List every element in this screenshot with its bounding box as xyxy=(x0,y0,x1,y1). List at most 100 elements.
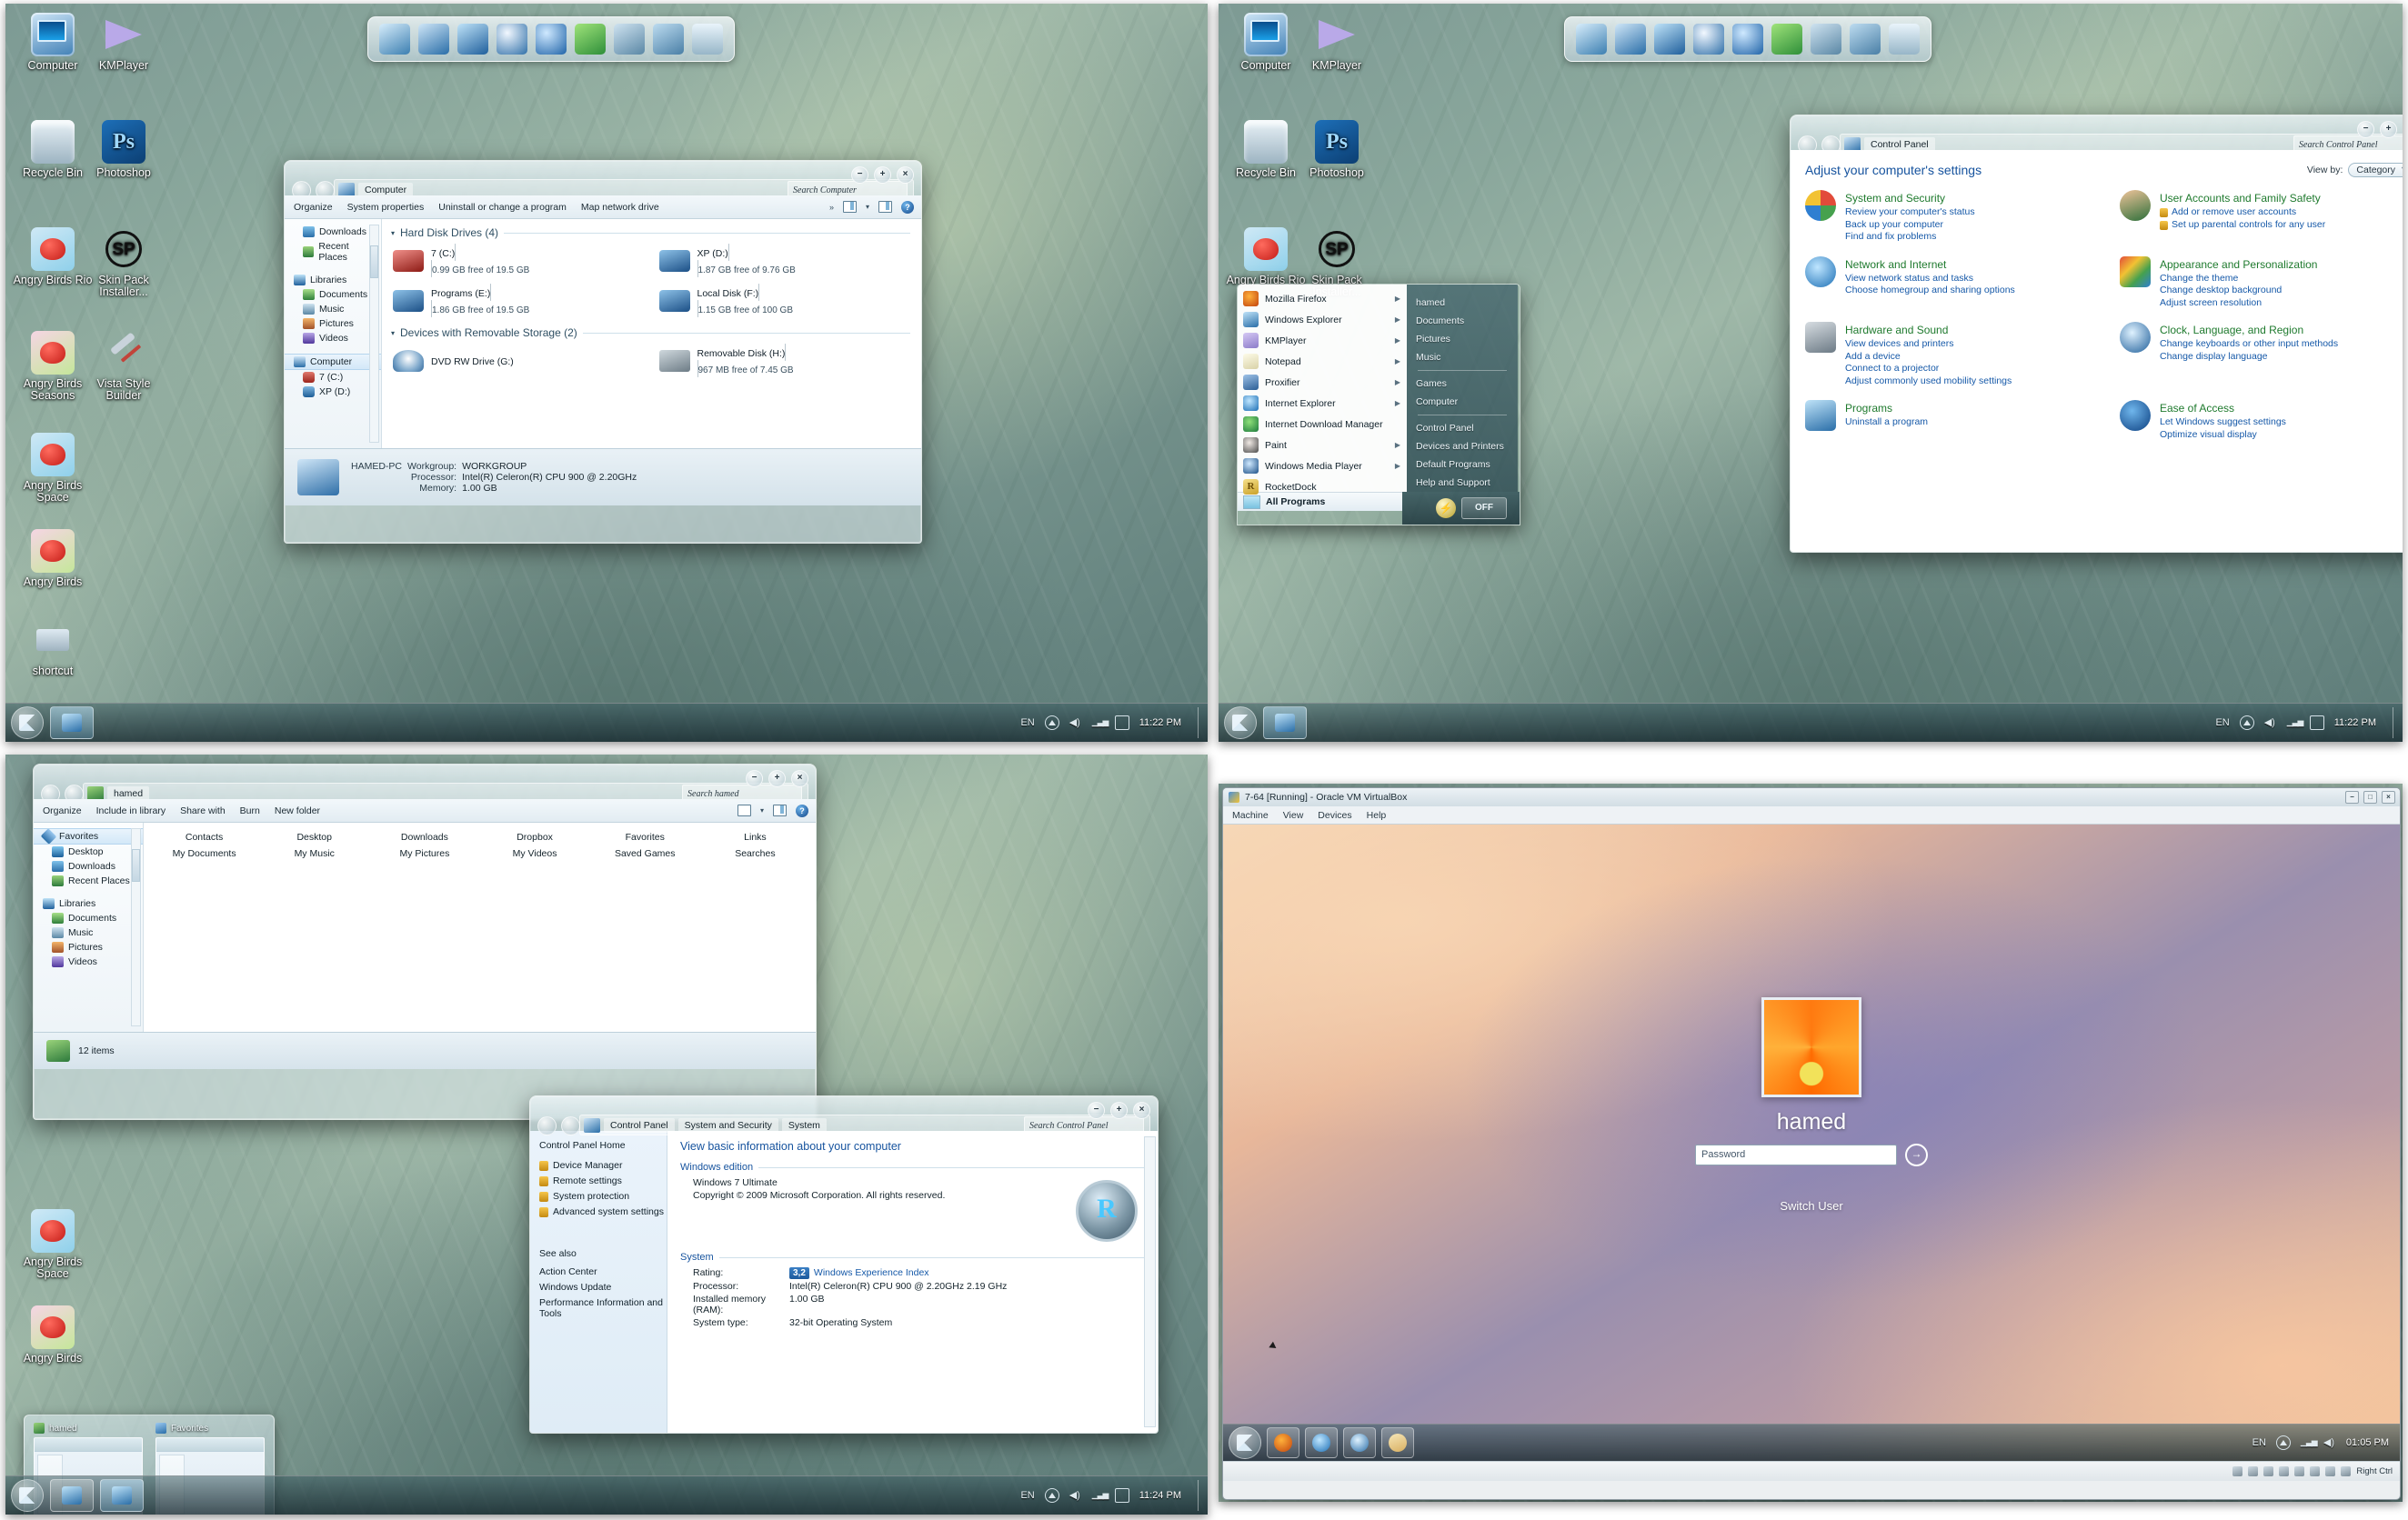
start-item-notepad[interactable]: Notepad▶ xyxy=(1238,351,1407,372)
virtualbox-menubar[interactable]: Machine View Devices Help xyxy=(1223,806,2400,825)
taskbar-item-explorer[interactable] xyxy=(100,1479,144,1512)
list-item[interactable]: Desktop xyxy=(261,832,367,843)
system-tray[interactable]: EN 11:22 PM xyxy=(1020,715,1192,730)
start-place-documents[interactable]: Documents xyxy=(1407,312,1518,330)
start-item-proxifier[interactable]: Proxifier▶ xyxy=(1238,372,1407,393)
nav-item-recent-places[interactable]: Recent Places xyxy=(34,874,143,888)
rocketdock[interactable] xyxy=(367,16,735,62)
nav-item-videos[interactable]: Videos xyxy=(34,955,143,969)
category-system-and-security[interactable]: System and Security Review your computer… xyxy=(1805,190,2098,244)
window-controls[interactable]: − □ × xyxy=(2345,791,2395,804)
close-button[interactable]: × xyxy=(2382,791,2395,804)
map-network-drive-button[interactable]: Map network drive xyxy=(581,202,659,213)
nav-item-drive-d[interactable]: XP (D:) xyxy=(285,385,381,399)
remote-settings-link[interactable]: Remote settings xyxy=(539,1175,667,1186)
guest-taskbar[interactable]: EN 01:05 PM xyxy=(1223,1424,2400,1461)
start-place-games[interactable]: Games xyxy=(1407,375,1518,393)
start-place-default-programs[interactable]: Default Programs xyxy=(1407,455,1518,474)
maximize-button[interactable]: + xyxy=(2380,121,2397,138)
new-folder-button[interactable]: New folder xyxy=(275,805,320,816)
back-button[interactable] xyxy=(537,1116,557,1135)
list-item[interactable]: My Pictures xyxy=(371,848,477,859)
start-menu-places[interactable]: hamed Documents Pictures Music Games Com… xyxy=(1407,285,1518,492)
nav-item-pictures[interactable]: Pictures xyxy=(285,316,381,331)
menu-machine[interactable]: Machine xyxy=(1232,810,1269,821)
start-item-windows-media-player[interactable]: Windows Media Player▶ xyxy=(1238,455,1407,476)
nav-item-desktop[interactable]: Desktop xyxy=(34,845,143,859)
switch-user-button[interactable]: Switch User xyxy=(1223,1199,2400,1213)
guest-screen[interactable]: hamed Password → Switch User EN xyxy=(1223,825,2400,1461)
navigation-pane[interactable]: Downloads Recent Places Libraries Docume… xyxy=(285,219,382,448)
eject-icon[interactable] xyxy=(1045,1488,1059,1503)
language-indicator[interactable]: EN xyxy=(2215,717,2229,728)
window-titlebar[interactable]: Computer Search Computer − + × xyxy=(285,161,921,195)
system-tray[interactable]: EN 11:24 PM xyxy=(1020,1488,1192,1503)
share-with-button[interactable]: Share with xyxy=(180,805,226,816)
language-indicator[interactable]: EN xyxy=(1020,1490,1034,1501)
dock-user-icon[interactable] xyxy=(614,24,645,55)
performance-information-and-tools-link[interactable]: Performance Information and Tools xyxy=(539,1297,667,1319)
language-indicator[interactable]: EN xyxy=(1020,717,1034,728)
forward-button[interactable] xyxy=(561,1116,580,1135)
minimize-button[interactable]: − xyxy=(851,166,868,184)
uninstall-change-program-button[interactable]: Uninstall or change a program xyxy=(438,202,567,213)
quick-launch-explorer[interactable] xyxy=(1381,1427,1414,1458)
hdd-icon[interactable] xyxy=(2232,1466,2242,1476)
group-header-hard-disk-drives[interactable]: ▾Hard Disk Drives (4) xyxy=(391,226,921,239)
clock[interactable]: 11:22 PM xyxy=(1139,717,1181,728)
menu-view[interactable]: View xyxy=(1283,810,1304,821)
taskbar[interactable]: EN 11:24 PM xyxy=(5,1475,1208,1515)
view-by-select[interactable]: Category xyxy=(2348,163,2403,177)
start-item-paint[interactable]: Paint▶ xyxy=(1238,435,1407,455)
view-list-icon[interactable] xyxy=(843,201,857,213)
nav-item-documents[interactable]: Documents xyxy=(285,287,381,302)
password-input[interactable]: Password xyxy=(1695,1145,1897,1165)
window-controls[interactable]: − + × xyxy=(2357,121,2403,138)
minimize-button[interactable]: − xyxy=(1088,1102,1105,1119)
list-item[interactable]: Favorites xyxy=(592,832,698,843)
cd-icon[interactable] xyxy=(2248,1466,2258,1476)
nav-item-libraries[interactable]: Libraries xyxy=(285,273,381,287)
start-place-computer[interactable]: Computer xyxy=(1407,393,1518,411)
virtualbox-statusbar[interactable]: Right Ctrl xyxy=(1223,1461,2400,1481)
include-in-library-button[interactable]: Include in library xyxy=(96,805,166,816)
nav-item-favorites[interactable]: Favorites xyxy=(34,828,143,845)
system-navigation-pane[interactable]: Control Panel Home Device Manager Remote… xyxy=(530,1131,667,1433)
system-window[interactable]: Control Panel System and Security System… xyxy=(529,1095,1159,1434)
network-icon[interactable] xyxy=(2287,716,2300,729)
toolbar[interactable]: Organize System properties Uninstall or … xyxy=(285,195,921,219)
window-titlebar[interactable]: Control Panel Search Control Panel − + × xyxy=(1791,115,2403,150)
windows-experience-index-link[interactable]: Windows Experience Index xyxy=(814,1267,929,1278)
desktop-icon-angry-birds-space[interactable]: Angry Birds Space xyxy=(11,433,95,504)
language-indicator[interactable]: EN xyxy=(2252,1437,2266,1448)
list-item[interactable]: Saved Games xyxy=(592,848,698,859)
drive-item[interactable]: DVD RW Drive (G:) xyxy=(393,343,645,379)
computer-window[interactable]: Computer Search Computer − + × Organize … xyxy=(284,160,922,544)
drive-item[interactable]: 7 (C:)0.99 GB free of 19.5 GB xyxy=(393,243,645,279)
desktop-icon-kmplayer[interactable]: KMPlayer xyxy=(1295,13,1379,72)
desktop-icon-angry-birds-space[interactable]: Angry Birds Space xyxy=(11,1209,95,1280)
shared-folder-icon[interactable] xyxy=(2310,1466,2320,1476)
list-item[interactable]: Downloads xyxy=(371,832,477,843)
show-desktop-button[interactable] xyxy=(1198,1480,1208,1511)
close-button[interactable]: × xyxy=(791,770,808,787)
volume-icon[interactable] xyxy=(1069,1489,1082,1502)
clock[interactable]: 11:24 PM xyxy=(1139,1490,1181,1501)
organize-button[interactable]: Organize xyxy=(294,202,333,213)
drive-item[interactable]: Programs (E:)1.86 GB free of 19.5 GB xyxy=(393,283,645,319)
floppy-icon[interactable] xyxy=(2263,1466,2273,1476)
dock-media-player-icon[interactable] xyxy=(497,24,527,55)
battery-icon[interactable] xyxy=(2310,715,2324,730)
nav-item-downloads[interactable]: Downloads xyxy=(34,859,143,874)
minimize-button[interactable]: − xyxy=(746,770,763,787)
taskbar-item-system[interactable] xyxy=(50,1479,94,1512)
burn-button[interactable]: Burn xyxy=(240,805,260,816)
maximize-button[interactable]: + xyxy=(1110,1102,1128,1119)
organize-button[interactable]: Organize xyxy=(43,805,82,816)
hamed-explorer-window[interactable]: hamed Search hamed − + × Organize Includ… xyxy=(33,764,817,1120)
category-appearance-and-personalization[interactable]: Appearance and Personalization Change th… xyxy=(2120,256,2403,310)
nav-item-music[interactable]: Music xyxy=(285,302,381,316)
start-menu[interactable]: Mozilla Firefox▶ Windows Explorer▶ KMPla… xyxy=(1237,284,1520,525)
taskbar[interactable]: EN 11:22 PM xyxy=(1219,703,2403,742)
desktop-icon-angry-birds[interactable]: Angry Birds xyxy=(11,1305,95,1365)
